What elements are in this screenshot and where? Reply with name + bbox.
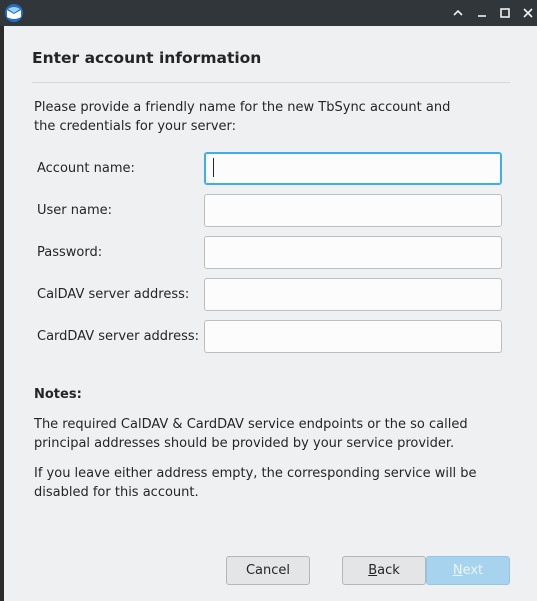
note-endpoints: The required CalDAV & CardDAV service en… (34, 417, 468, 451)
note-empty-address: If you leave either address empty, the c… (34, 466, 477, 500)
back-button-mnemonic: B (368, 563, 378, 578)
title-separator (32, 82, 510, 83)
account-name-label: Account name: (37, 161, 135, 176)
account-name-input[interactable] (204, 152, 502, 185)
password-input[interactable] (204, 236, 502, 269)
caldav-address-input[interactable] (204, 278, 502, 311)
carddav-address-input[interactable] (204, 320, 502, 353)
cancel-button[interactable]: Cancel (226, 556, 310, 585)
intro-text: Please provide a friendly name for the n… (34, 100, 451, 134)
close-icon[interactable] (518, 3, 537, 23)
account-dialog: Enter account information Please provide… (4, 26, 537, 601)
next-button[interactable]: Next (426, 556, 510, 585)
caldav-address-label: CalDAV server address: (37, 287, 190, 302)
back-button[interactable]: Back (342, 556, 426, 585)
maximize-icon[interactable] (495, 3, 515, 23)
page-title: Enter account information (32, 49, 262, 67)
cancel-button-label: Cancel (245, 563, 291, 578)
carddav-address-label: CardDAV server address: (37, 329, 200, 344)
back-button-label: ack (377, 563, 400, 578)
user-name-label: User name: (37, 203, 113, 218)
minimize-icon[interactable] (472, 3, 492, 23)
window-titlebar[interactable] (0, 0, 537, 26)
thunderbird-icon (4, 3, 24, 23)
text-caret (213, 158, 214, 177)
user-name-input[interactable] (204, 194, 502, 227)
next-button-label: ext (462, 563, 484, 578)
next-button-mnemonic: N (452, 563, 463, 578)
help-icon[interactable] (448, 3, 468, 23)
notes-heading: Notes: (34, 387, 82, 402)
password-label: Password: (37, 245, 103, 260)
